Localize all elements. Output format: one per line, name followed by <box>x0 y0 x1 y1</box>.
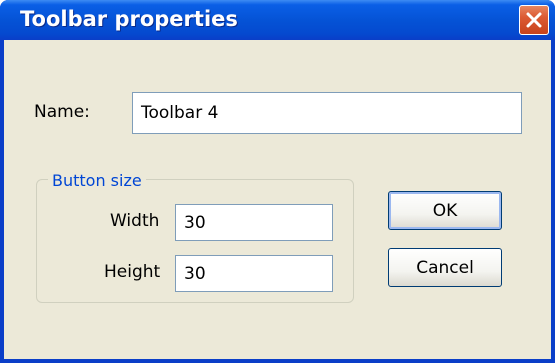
ok-button[interactable]: OK <box>388 191 502 230</box>
button-size-group-label: Button size <box>48 171 146 190</box>
dialog-window: Toolbar properties Name: Toolbar 4 Butto… <box>0 0 555 363</box>
close-icon <box>526 12 542 28</box>
cancel-button[interactable]: Cancel <box>388 248 502 287</box>
width-input[interactable]: 30 <box>175 204 333 241</box>
name-input[interactable]: Toolbar 4 <box>132 92 522 134</box>
height-input[interactable]: 30 <box>175 255 333 292</box>
title-bar[interactable]: Toolbar properties <box>0 0 555 40</box>
height-label: Height <box>104 262 161 282</box>
dialog-body: Name: Toolbar 4 Button size Width 30 Hei… <box>4 40 551 359</box>
close-button[interactable] <box>519 5 549 35</box>
dialog-title: Toolbar properties <box>20 7 238 31</box>
width-label: Width <box>110 211 160 231</box>
name-label: Name: <box>34 102 90 122</box>
